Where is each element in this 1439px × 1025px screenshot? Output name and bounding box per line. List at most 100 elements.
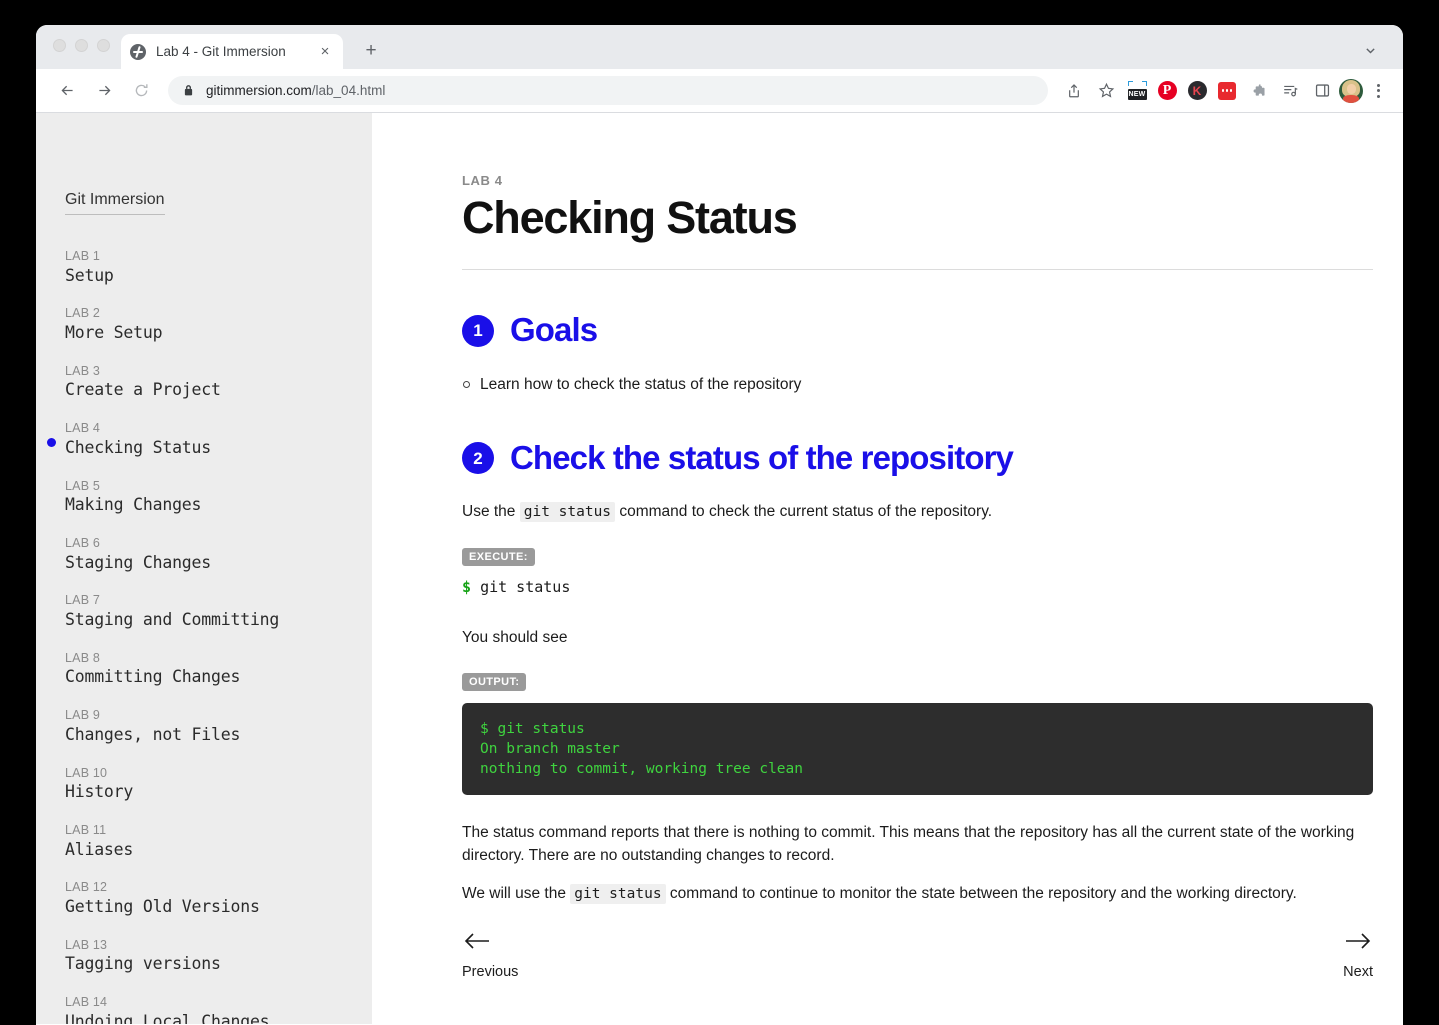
sidebar-item-staging-changes[interactable]: LAB 6 Staging Changes [36,536,372,574]
list-item: Learn how to check the status of the rep… [462,373,1373,396]
sidebar-item-number: LAB 8 [65,650,101,665]
sidebar-item-number: LAB 3 [65,363,101,378]
page-eyebrow: LAB 4 [462,173,503,188]
sidebar-item-making-changes[interactable]: LAB 5 Making Changes [36,479,372,517]
close-window-button[interactable] [53,39,66,52]
intro-paragraph: Use the git status command to check the … [462,500,1373,524]
sidebar-item-number: LAB 11 [65,822,107,837]
forward-button[interactable] [89,76,119,106]
close-icon[interactable]: × [316,43,334,61]
sidebar-item-number: LAB 4 [65,421,101,436]
previous-label: Previous [462,964,519,980]
closing-text-before: We will use the [462,884,571,902]
section-number: 2 [462,442,494,475]
sidebar-item-number: LAB 7 [65,593,101,608]
maximize-window-button[interactable] [97,39,110,52]
sidebar-item-undoing-local-changes[interactable]: LAB 14Undoing Local Changes (before stag… [36,995,372,1024]
execute-command: git status [480,577,571,596]
pinterest-extension-icon[interactable]: P [1153,77,1181,105]
sidebar-item-number: LAB 13 [65,937,108,952]
footer-navigation: Previous Next [462,929,1373,980]
pinterest-letter: P [1157,81,1177,100]
sidebar-item-label: Undoing Local Changes (before staging) [65,1011,270,1024]
new-badge-extension-icon[interactable]: NEW [1123,77,1151,105]
sidebar-item-label: Staging and Committing [65,609,280,629]
browser-tab[interactable]: Lab 4 - Git Immersion × [121,34,343,69]
bookmark-star-icon[interactable] [1091,76,1121,106]
sidebar-item-label: More Setup [65,323,163,343]
address-host: gitimmersion.com [206,83,312,98]
sidebar-item-more-setup[interactable]: LAB 2 More Setup [36,306,372,344]
sidebar-item-number: LAB 12 [65,880,108,895]
shell-prompt: $ [462,577,472,596]
browser-window: Lab 4 - Git Immersion × + gitimmersion.c… [36,25,1403,1025]
sidebar-item-staging-and-committing[interactable]: LAB 7 Staging and Committing [36,593,372,631]
sidebar-item-label: Tagging versions [65,954,221,974]
new-tab-button[interactable]: + [359,38,383,62]
sidebar-item-number: LAB 14 [65,995,108,1010]
page-title: Checking Status [462,192,798,243]
reload-button[interactable] [126,76,156,106]
sidebar-item-label: Changes, not Files [65,724,241,744]
window-traffic-lights [53,39,110,52]
explanation-paragraph: The status command reports that there is… [462,824,1355,865]
sidebar-item-committing-changes[interactable]: LAB 8 Committing Changes [36,651,372,689]
reading-list-icon[interactable] [1275,76,1305,106]
minimize-window-button[interactable] [75,39,88,52]
sidebar-item-changes-not-files[interactable]: LAB 9 Changes, not Files [36,708,372,746]
share-icon[interactable] [1059,76,1089,106]
sidebar-item-label: Making Changes [65,495,202,515]
closing-text-after: command to continue to monitor the state… [665,884,1297,902]
sidebar-item-tagging-versions[interactable]: LAB 13 Tagging versions [36,938,372,976]
sidebar-item-aliases[interactable]: LAB 11 Aliases [36,823,372,861]
inline-code-git-status-2: git status [570,883,666,904]
sidebar-nav: LAB 1 Setup LAB 2 More Setup LAB 3 Create a P… [36,249,372,1024]
back-button[interactable] [52,76,82,106]
new-badge-label: NEW [1127,89,1147,100]
red-dots-extension-icon[interactable] [1213,77,1241,105]
browser-toolbar: gitimmersion.com/lab_04.html NEW P K [36,69,1403,113]
sidebar-item-label: Staging Changes [65,552,212,572]
chevron-down-icon[interactable] [1359,39,1381,61]
k-extension-icon[interactable]: K [1183,77,1211,105]
sidebar-item-label: Checking Status [65,437,212,457]
avatar[interactable] [1339,78,1363,103]
sidebar-item-label: Aliases [65,839,134,859]
sidebar: Git Immersion LAB 1 Setup LAB 2 More Setup L… [36,113,372,1024]
sidebar-item-checking-status[interactable]: LAB 4 Checking Status [36,421,372,459]
title-divider [462,269,1373,271]
goals-list: Learn how to check the status of the rep… [462,373,1373,396]
section-heading-goals: 1 Goals [462,312,1373,348]
tab-strip: Lab 4 - Git Immersion × + [36,25,1403,69]
closing-paragraph: We will use the git status command to co… [462,882,1373,906]
tab-title: Lab 4 - Git Immersion [156,44,286,59]
sidebar-item-label: Setup [65,265,114,285]
lock-icon [184,85,193,96]
sidebar-item-history[interactable]: LAB 10 History [36,766,372,804]
puzzle-extensions-icon[interactable] [1243,76,1273,106]
side-panel-icon[interactable] [1307,76,1337,106]
browser-menu-button[interactable] [1365,78,1391,104]
sidebar-item-number: LAB 10 [65,765,108,780]
address-path: /lab_04.html [311,83,386,98]
terminal-output-block: $ git status On branch master nothing to… [462,703,1373,796]
sidebar-item-label: Getting Old Versions [65,896,260,916]
sidebar-item-number: LAB 5 [65,478,101,493]
you-should-see-text: You should see [462,628,568,646]
main-content: LAB 4 Checking Status 1 Goals Learn how … [372,113,1403,1024]
address-bar[interactable]: gitimmersion.com/lab_04.html [168,76,1048,105]
address-bar-text: gitimmersion.com/lab_04.html [206,83,385,98]
next-link[interactable]: Next [1343,929,1373,980]
sidebar-item-create-a-project[interactable]: LAB 3 Create a Project [36,364,372,402]
section-number: 1 [462,314,494,347]
sidebar-item-number: LAB 6 [65,535,101,550]
sidebar-item-getting-old-versions[interactable]: LAB 12 Getting Old Versions [36,880,372,918]
k-letter: K [1187,81,1207,100]
previous-link[interactable]: Previous [462,929,518,980]
intro-text-before: Use the [462,503,520,521]
sidebar-item-setup[interactable]: LAB 1 Setup [36,249,372,287]
toolbar-actions: NEW P K [1059,76,1391,106]
terminal-output-text: $ git status On branch master nothing to… [480,721,804,778]
sidebar-brand[interactable]: Git Immersion [65,191,165,215]
sidebar-item-number: LAB 9 [65,708,101,723]
